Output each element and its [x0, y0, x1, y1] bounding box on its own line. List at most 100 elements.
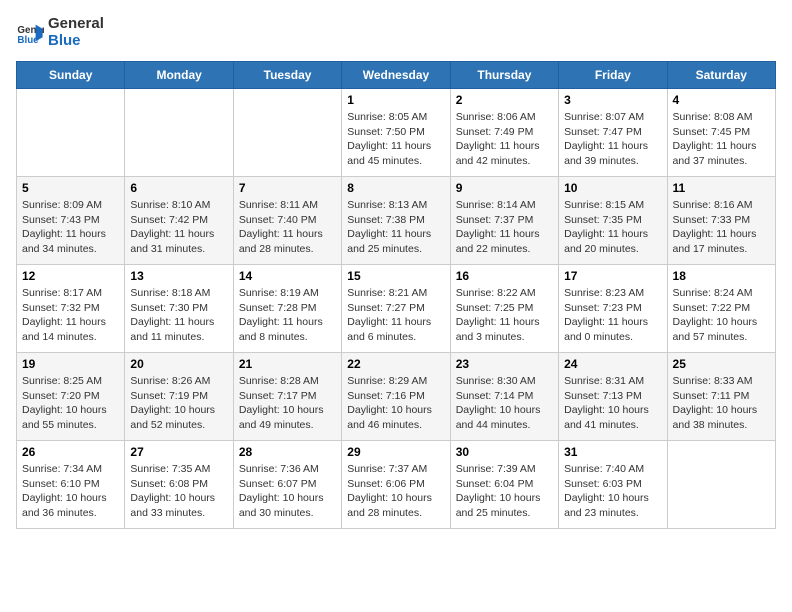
day-cell-25: 25Sunrise: 8:33 AM Sunset: 7:11 PM Dayli…	[667, 353, 775, 441]
day-number: 12	[22, 269, 119, 283]
day-info: Sunrise: 8:06 AM Sunset: 7:49 PM Dayligh…	[456, 110, 553, 169]
day-cell-11: 11 Sunrise: 8:16 AM Sunset: 7:33 PM Dayli…	[667, 177, 775, 265]
day-info: Sunrise: 8:15 AM Sunset: 7:35 PM Dayligh…	[564, 198, 661, 257]
day-number: 7	[239, 181, 336, 195]
day-info: Sunrise: 8:25 AM Sunset: 7:20 PM Dayligh…	[22, 374, 119, 433]
day-number: 4	[673, 93, 770, 107]
week-row-5: 26 Sunrise: 7:34 AM Sunset: 6:10 PM Dayli…	[17, 441, 776, 529]
day-info: Sunrise: 8:18 AM Sunset: 7:30 PM Dayligh…	[130, 286, 227, 345]
day-cell-28: 28 Sunrise: 7:36 AM Sunset: 6:07 PM Dayli…	[233, 441, 341, 529]
day-number: 5	[22, 181, 119, 195]
day-info: Sunrise: 8:21 AM Sunset: 7:27 PM Dayligh…	[347, 286, 444, 345]
day-number: 26	[22, 445, 119, 459]
day-number: 10	[564, 181, 661, 195]
day-number: 23	[456, 357, 553, 371]
day-number: 15	[347, 269, 444, 283]
day-headers-row: SundayMondayTuesdayWednesdayThursdayFrid…	[17, 62, 776, 89]
week-row-4: 19 Sunrise: 8:25 AM Sunset: 7:20 PM Dayli…	[17, 353, 776, 441]
empty-cell	[125, 89, 233, 177]
day-info: Sunrise: 8:23 AM Sunset: 7:23 PM Dayligh…	[564, 286, 661, 345]
day-cell-29: 29 Sunrise: 7:37 AM Sunset: 6:06 PM Dayli…	[342, 441, 450, 529]
day-cell-4: 4 Sunrise: 8:08 AM Sunset: 7:45 PM Daylig…	[667, 89, 775, 177]
day-cell-23: 23 Sunrise: 8:30 AM Sunset: 7:14 PM Dayli…	[450, 353, 558, 441]
day-cell-14: 14Sunrise: 8:19 AM Sunset: 7:28 PM Dayli…	[233, 265, 341, 353]
day-number: 9	[456, 181, 553, 195]
day-cell-2: 2 Sunrise: 8:06 AM Sunset: 7:49 PM Daylig…	[450, 89, 558, 177]
logo: General Blue General Blue	[16, 16, 104, 49]
day-number: 21	[239, 357, 336, 371]
day-cell-13: 13Sunrise: 8:18 AM Sunset: 7:30 PM Dayli…	[125, 265, 233, 353]
day-number: 8	[347, 181, 444, 195]
day-info: Sunrise: 8:13 AM Sunset: 7:38 PM Dayligh…	[347, 198, 444, 257]
day-cell-22: 22Sunrise: 8:29 AM Sunset: 7:16 PM Dayli…	[342, 353, 450, 441]
day-cell-26: 26 Sunrise: 7:34 AM Sunset: 6:10 PM Dayli…	[17, 441, 125, 529]
day-info: Sunrise: 8:05 AM Sunset: 7:50 PM Dayligh…	[347, 110, 444, 169]
day-info: Sunrise: 8:10 AM Sunset: 7:42 PM Dayligh…	[130, 198, 227, 257]
day-info: Sunrise: 8:24 AM Sunset: 7:22 PM Dayligh…	[673, 286, 770, 345]
day-number: 19	[22, 357, 119, 371]
day-info: Sunrise: 7:36 AM Sunset: 6:07 PM Dayligh…	[239, 462, 336, 521]
day-number: 29	[347, 445, 444, 459]
week-row-1: 1 Sunrise: 8:05 AM Sunset: 7:50 PM Daylig…	[17, 89, 776, 177]
day-cell-7: 7 Sunrise: 8:11 AM Sunset: 7:40 PM Daylig…	[233, 177, 341, 265]
day-cell-21: 21 Sunrise: 8:28 AM Sunset: 7:17 PM Dayli…	[233, 353, 341, 441]
day-info: Sunrise: 7:34 AM Sunset: 6:10 PM Dayligh…	[22, 462, 119, 521]
day-info: Sunrise: 7:39 AM Sunset: 6:04 PM Dayligh…	[456, 462, 553, 521]
day-header-saturday: Saturday	[667, 62, 775, 89]
day-cell-17: 17 Sunrise: 8:23 AM Sunset: 7:23 PM Dayli…	[559, 265, 667, 353]
week-row-2: 5 Sunrise: 8:09 AM Sunset: 7:43 PM Daylig…	[17, 177, 776, 265]
day-cell-19: 19 Sunrise: 8:25 AM Sunset: 7:20 PM Dayli…	[17, 353, 125, 441]
day-number: 11	[673, 181, 770, 195]
day-info: Sunrise: 8:17 AM Sunset: 7:32 PM Dayligh…	[22, 286, 119, 345]
day-header-thursday: Thursday	[450, 62, 558, 89]
calendar-table: SundayMondayTuesdayWednesdayThursdayFrid…	[16, 61, 776, 529]
day-info: Sunrise: 8:28 AM Sunset: 7:17 PM Dayligh…	[239, 374, 336, 433]
day-cell-30: 30 Sunrise: 7:39 AM Sunset: 6:04 PM Dayli…	[450, 441, 558, 529]
logo-line2: Blue	[48, 33, 104, 50]
day-number: 2	[456, 93, 553, 107]
day-info: Sunrise: 8:11 AM Sunset: 7:40 PM Dayligh…	[239, 198, 336, 257]
day-cell-6: 6 Sunrise: 8:10 AM Sunset: 7:42 PM Daylig…	[125, 177, 233, 265]
day-number: 30	[456, 445, 553, 459]
day-cell-31: 31Sunrise: 7:40 AM Sunset: 6:03 PM Dayli…	[559, 441, 667, 529]
empty-cell	[17, 89, 125, 177]
day-cell-8: 8 Sunrise: 8:13 AM Sunset: 7:38 PM Daylig…	[342, 177, 450, 265]
empty-cell	[667, 441, 775, 529]
day-number: 24	[564, 357, 661, 371]
day-info: Sunrise: 8:26 AM Sunset: 7:19 PM Dayligh…	[130, 374, 227, 433]
day-info: Sunrise: 7:37 AM Sunset: 6:06 PM Dayligh…	[347, 462, 444, 521]
empty-cell	[233, 89, 341, 177]
day-cell-5: 5 Sunrise: 8:09 AM Sunset: 7:43 PM Daylig…	[17, 177, 125, 265]
logo-icon: General Blue	[16, 19, 44, 47]
day-cell-16: 16Sunrise: 8:22 AM Sunset: 7:25 PM Dayli…	[450, 265, 558, 353]
day-header-tuesday: Tuesday	[233, 62, 341, 89]
week-row-3: 12 Sunrise: 8:17 AM Sunset: 7:32 PM Dayli…	[17, 265, 776, 353]
day-cell-15: 15 Sunrise: 8:21 AM Sunset: 7:27 PM Dayli…	[342, 265, 450, 353]
day-cell-3: 3 Sunrise: 8:07 AM Sunset: 7:47 PM Daylig…	[559, 89, 667, 177]
day-info: Sunrise: 8:22 AM Sunset: 7:25 PM Dayligh…	[456, 286, 553, 345]
day-info: Sunrise: 7:35 AM Sunset: 6:08 PM Dayligh…	[130, 462, 227, 521]
day-cell-27: 27Sunrise: 7:35 AM Sunset: 6:08 PM Dayli…	[125, 441, 233, 529]
day-header-sunday: Sunday	[17, 62, 125, 89]
day-number: 3	[564, 93, 661, 107]
day-info: Sunrise: 8:07 AM Sunset: 7:47 PM Dayligh…	[564, 110, 661, 169]
day-number: 6	[130, 181, 227, 195]
day-header-wednesday: Wednesday	[342, 62, 450, 89]
day-number: 31	[564, 445, 661, 459]
day-info: Sunrise: 8:08 AM Sunset: 7:45 PM Dayligh…	[673, 110, 770, 169]
day-number: 17	[564, 269, 661, 283]
day-info: Sunrise: 8:09 AM Sunset: 7:43 PM Dayligh…	[22, 198, 119, 257]
day-info: Sunrise: 8:33 AM Sunset: 7:11 PM Dayligh…	[673, 374, 770, 433]
day-info: Sunrise: 8:31 AM Sunset: 7:13 PM Dayligh…	[564, 374, 661, 433]
day-info: Sunrise: 8:30 AM Sunset: 7:14 PM Dayligh…	[456, 374, 553, 433]
day-number: 1	[347, 93, 444, 107]
day-cell-24: 24 Sunrise: 8:31 AM Sunset: 7:13 PM Dayli…	[559, 353, 667, 441]
day-number: 28	[239, 445, 336, 459]
day-cell-18: 18Sunrise: 8:24 AM Sunset: 7:22 PM Dayli…	[667, 265, 775, 353]
day-number: 22	[347, 357, 444, 371]
day-cell-9: 9Sunrise: 8:14 AM Sunset: 7:37 PM Daylig…	[450, 177, 558, 265]
day-number: 14	[239, 269, 336, 283]
day-cell-20: 20Sunrise: 8:26 AM Sunset: 7:19 PM Dayli…	[125, 353, 233, 441]
logo-line1: General	[48, 16, 104, 33]
day-info: Sunrise: 8:16 AM Sunset: 7:33 PM Dayligh…	[673, 198, 770, 257]
